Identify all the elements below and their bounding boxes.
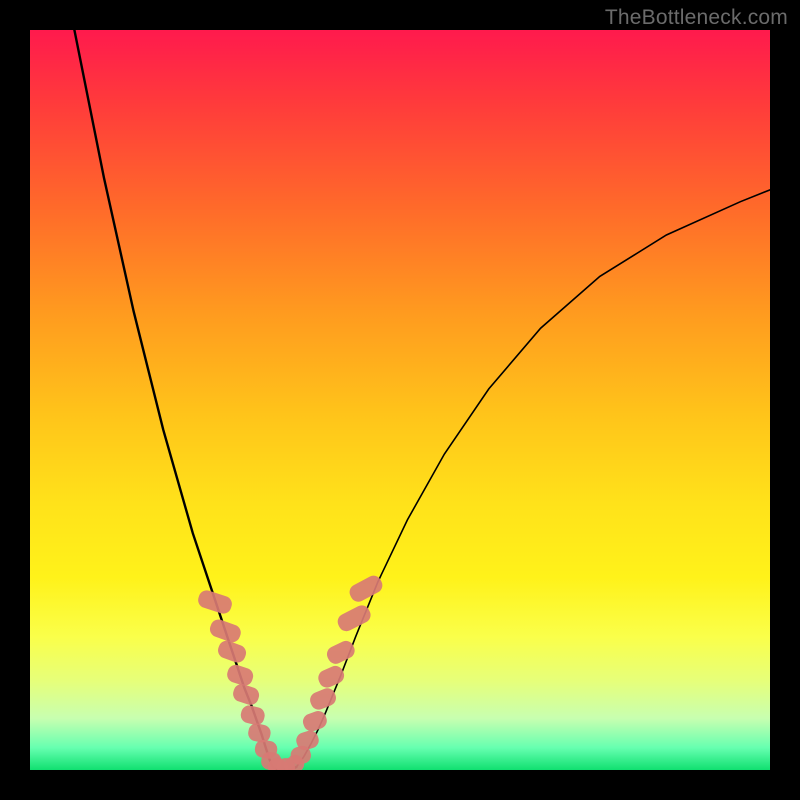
chart-beads xyxy=(196,573,385,770)
chart-plot-area xyxy=(30,30,770,770)
bead-marker xyxy=(216,638,248,664)
chart-svg xyxy=(30,30,770,770)
bead-marker xyxy=(196,588,234,615)
chart-frame: TheBottleneck.com xyxy=(0,0,800,800)
watermark-text: TheBottleneck.com xyxy=(605,6,788,30)
chart-curves xyxy=(74,30,770,770)
curve-v-curve-right xyxy=(296,190,770,767)
bead-marker xyxy=(316,663,347,690)
bead-marker xyxy=(231,682,261,707)
bead-marker xyxy=(324,638,357,666)
bead-marker xyxy=(239,704,266,727)
bead-marker xyxy=(308,686,339,712)
bead-marker xyxy=(208,617,243,644)
bead-marker xyxy=(225,663,255,688)
